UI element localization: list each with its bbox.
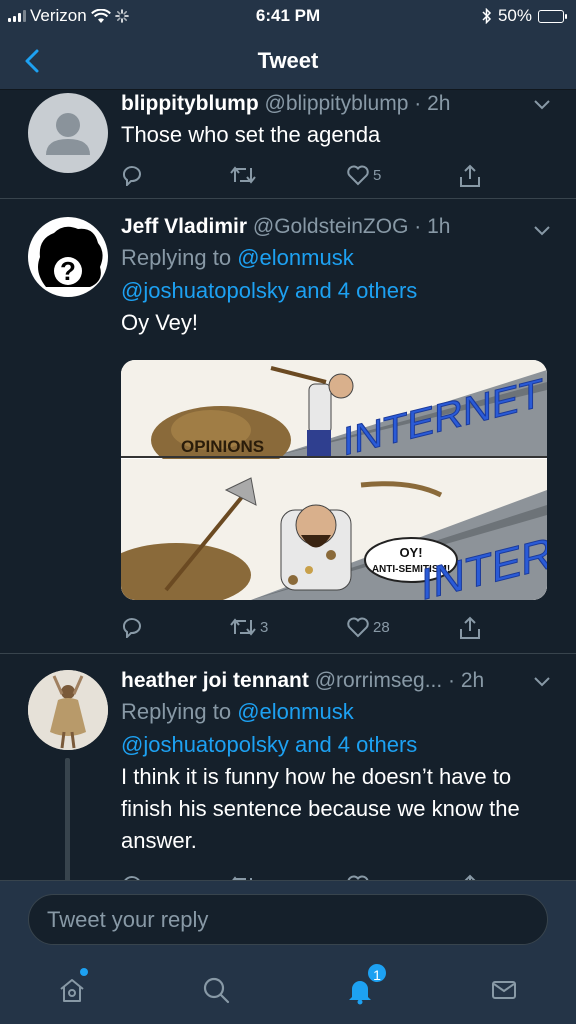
like-button[interactable]: 5 (346, 164, 381, 186)
tab-bar: 1 (0, 958, 576, 1024)
author-name[interactable]: heather joi tennant (121, 669, 309, 692)
reply-button[interactable] (121, 616, 148, 638)
reply-bar (0, 880, 576, 958)
tweet-blippityblump[interactable]: blippityblump @blippityblump · 2h Those … (0, 90, 576, 199)
tweet-text: Those who set the agenda (121, 122, 381, 147)
separator: · (442, 669, 461, 692)
tweet-text: I think it is funny how he doesn’t have … (121, 764, 520, 853)
replying-to: Replying to @elonmusk (121, 241, 556, 274)
tweet-heather-joi-tennant[interactable]: heather joi tennant @rorrimseg... · 2h R… (0, 655, 576, 880)
tweet-time: 2h (427, 92, 451, 115)
chevron-down-icon[interactable] (534, 100, 550, 110)
tweet-time: 1h (427, 215, 451, 238)
reply-user-link[interactable]: @elonmusk (237, 245, 354, 270)
reply-user-link[interactable]: @elonmusk (237, 699, 354, 724)
chevron-down-icon[interactable] (534, 226, 550, 236)
author-name[interactable]: blippityblump (121, 92, 259, 115)
reply-icon (123, 166, 141, 186)
search-icon (203, 977, 230, 1004)
like-count: 5 (373, 166, 382, 184)
retweet-icon (230, 618, 256, 636)
reply-button[interactable] (121, 164, 148, 186)
share-icon (460, 616, 480, 639)
tweet-text: Oy Vey! (121, 310, 199, 335)
question-mark-avatar-icon: ? (38, 226, 103, 287)
retweet-button[interactable]: 3 (229, 616, 268, 638)
tab-notifications[interactable]: 1 (340, 962, 388, 1010)
bluetooth-icon (482, 8, 492, 24)
reply-others-link[interactable]: @joshuatopolsky and 4 others (121, 274, 556, 307)
tweet-actions: 3 28 (121, 616, 481, 642)
share-icon (460, 164, 480, 187)
retweet-count: 3 (260, 618, 269, 636)
home-icon (60, 979, 84, 1002)
heart-icon (347, 165, 369, 186)
avatar[interactable] (28, 93, 108, 173)
unread-dot (80, 968, 88, 976)
chevron-down-icon[interactable] (534, 677, 550, 687)
author-handle[interactable]: @rorrimseg... (315, 669, 443, 692)
tweet-header: blippityblump @blippityblump · 2h (121, 90, 556, 118)
share-button[interactable] (458, 164, 482, 188)
svg-text:?: ? (60, 256, 76, 286)
author-handle[interactable]: @blippityblump (265, 92, 409, 115)
avatar[interactable] (28, 670, 108, 750)
author-handle[interactable]: @GoldsteinZOG (253, 215, 409, 238)
reply-icon (123, 618, 141, 638)
replying-to: Replying to @elonmusk (121, 695, 556, 728)
tweet-body: blippityblump @blippityblump · 2h Those … (121, 90, 556, 151)
separator: · (408, 215, 428, 238)
heart-icon (347, 617, 369, 638)
retweet-icon (230, 166, 256, 184)
tweet-jeff-vladimir[interactable]: ? Jeff Vladimir @GoldsteinZOG · 1h Reply… (0, 200, 576, 654)
battery-percent: 50% (497, 6, 532, 25)
tab-messages[interactable] (484, 970, 524, 1010)
tweet-actions: 5 (121, 164, 481, 190)
replying-prefix: Replying to (121, 699, 232, 724)
status-bar: Verizon 6:41 PM 50% (0, 0, 576, 34)
thread-line (65, 758, 70, 880)
tab-home[interactable] (52, 968, 92, 1010)
comic-speech-oy: OY! (399, 545, 422, 560)
battery-icon (538, 9, 567, 23)
photo-avatar-icon (28, 670, 108, 750)
retweet-button[interactable] (229, 164, 260, 186)
status-right: 50% (482, 6, 567, 26)
like-count: 28 (373, 618, 390, 636)
tweet-image[interactable]: OPINIONS INTERNET OY! ANTI-SEMITISM! INT… (121, 360, 547, 600)
comic-illustration: OPINIONS INTERNET OY! ANTI-SEMITISM! INT… (121, 360, 547, 600)
separator: · (408, 92, 428, 115)
tab-search[interactable] (196, 970, 236, 1010)
reply-others-link[interactable]: @joshuatopolsky and 4 others (121, 728, 556, 761)
tweet-time: 2h (460, 669, 485, 692)
tweet-header: heather joi tennant @rorrimseg... · 2h (121, 667, 556, 695)
like-button[interactable]: 28 (346, 616, 390, 638)
messages-icon (492, 981, 516, 999)
tweet-header: Jeff Vladimir @GoldsteinZOG · 1h (121, 213, 556, 241)
author-name[interactable]: Jeff Vladimir (121, 215, 247, 238)
nav-header: Tweet (0, 34, 576, 90)
replying-prefix: Replying to (121, 245, 232, 270)
tweet-body: heather joi tennant @rorrimseg... · 2h R… (121, 667, 556, 857)
comic-label-opinions: OPINIONS (181, 437, 264, 456)
page-title: Tweet (257, 48, 319, 73)
avatar[interactable]: ? (28, 217, 108, 297)
default-avatar-icon (46, 113, 90, 155)
tweet-body: Jeff Vladimir @GoldsteinZOG · 1h Replyin… (121, 213, 556, 339)
reply-input[interactable] (28, 894, 548, 945)
notification-badge: 1 (366, 962, 388, 984)
share-button[interactable] (458, 616, 482, 640)
